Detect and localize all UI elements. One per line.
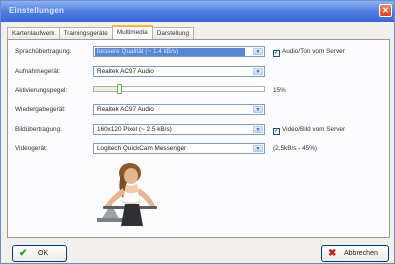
window-title: Einstellungen (9, 6, 65, 15)
sprachuebertragung-label: Sprachübertragung: (15, 48, 72, 55)
audio-from-server-label: Audio/Ton vom Server (282, 48, 345, 55)
sprachuebertragung-select[interactable]: bessere Qualität (~ 1.4 kB/s) ▼ (93, 46, 265, 57)
ok-label: OK (38, 250, 49, 257)
aufnahmegeraet-value: Realtek AC97 Audio (97, 68, 154, 75)
bilduebertragung-label: Bildübertragung: (15, 126, 62, 133)
multimedia-panel: Sprachübertragung: bessere Qualität (~ 1… (7, 39, 390, 238)
chevron-down-icon[interactable]: ▼ (253, 68, 263, 75)
checkmark-icon: ✔ (19, 248, 28, 259)
activation-level-value: 15% (273, 87, 286, 94)
chevron-down-icon[interactable]: ▼ (253, 145, 263, 152)
videogeraet-value: Logitech QuickCam Messenger (97, 145, 187, 152)
slider-thumb[interactable] (117, 84, 122, 94)
tab-multimedia[interactable]: Multimedia (111, 25, 153, 39)
webcam-preview (93, 160, 165, 226)
settings-window: Einstellungen ✕ Kartenlaufwerk Trainings… (0, 0, 395, 264)
bilduebertragung-value: 160x120 Pixel (~ 2.5 kB/s) (97, 126, 172, 133)
video-bandwidth-note: (2,5kB/s - 45%) (273, 145, 318, 152)
videogeraet-label: Videogerät: (15, 145, 48, 152)
video-from-server-label: Video/Bild vom Server (282, 126, 346, 133)
checkbox-checked-icon[interactable]: ✓ (273, 128, 280, 135)
tab-darstellung[interactable]: Darstellung (151, 27, 195, 39)
aufnahmegeraet-select[interactable]: Realtek AC97 Audio ▼ (93, 66, 265, 77)
wiedergabegeraet-label: Wiedergabegerät: (15, 106, 66, 113)
checkbox-checked-icon[interactable]: ✓ (273, 50, 280, 57)
audio-from-server-checkbox[interactable]: ✓ Audio/Ton vom Server (273, 48, 345, 57)
chevron-down-icon[interactable]: ▼ (253, 126, 263, 133)
close-icon[interactable]: ✕ (379, 4, 392, 17)
wiedergabegeraet-select[interactable]: Realtek AC97 Audio ▼ (93, 104, 265, 115)
chevron-down-icon[interactable]: ▼ (253, 48, 263, 55)
x-icon: ✖ (328, 248, 337, 259)
activation-level-slider[interactable] (93, 84, 265, 94)
videogeraet-select[interactable]: Logitech QuickCam Messenger ▼ (93, 143, 265, 154)
webcam-preview-image (93, 160, 165, 226)
cancel-label: Abbrechen (344, 250, 378, 257)
tab-kartenlaufwerk[interactable]: Kartenlaufwerk (7, 27, 60, 39)
video-from-server-checkbox[interactable]: ✓ Video/Bild vom Server (273, 126, 345, 135)
wiedergabegeraet-value: Realtek AC97 Audio (97, 106, 154, 113)
aktivierungspegel-label: Aktivierungspegel: (15, 87, 68, 94)
aufnahmegeraet-label: Aufnahmegerät: (15, 68, 61, 75)
tab-trainingsgeraete[interactable]: Trainingsgeräte (58, 27, 113, 39)
ok-button[interactable]: ✔ OK (12, 245, 67, 262)
sprachuebertragung-value: bessere Qualität (~ 1.4 kB/s) (95, 48, 245, 56)
chevron-down-icon[interactable]: ▼ (253, 106, 263, 113)
tab-strip: Kartenlaufwerk Trainingsgeräte Multimedi… (7, 25, 195, 39)
cancel-button[interactable]: ✖ Abbrechen (321, 245, 389, 262)
title-bar[interactable]: Einstellungen ✕ (1, 1, 394, 22)
bilduebertragung-select[interactable]: 160x120 Pixel (~ 2.5 kB/s) ▼ (93, 124, 265, 135)
